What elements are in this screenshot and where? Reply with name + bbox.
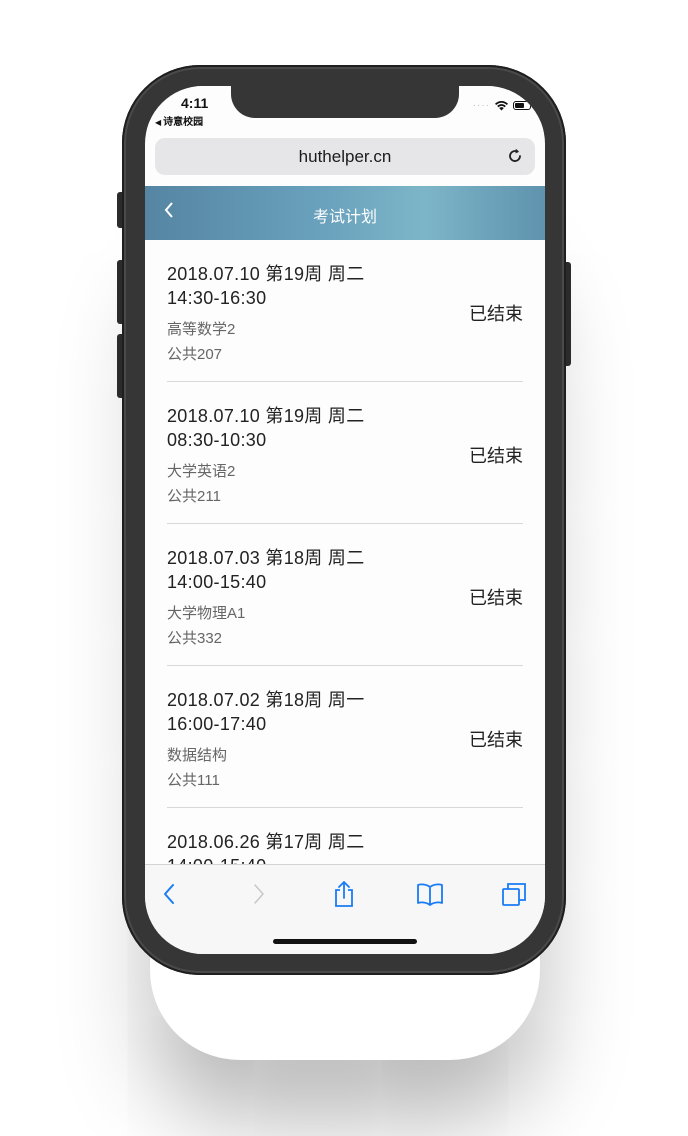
exam-time: 16:00-17:40 [167,714,267,734]
chevron-right-icon[interactable] [243,879,273,909]
exam-course: 大学物理A1 [167,605,246,622]
exam-date: 2018.07.10 第19周 周二 [167,264,365,284]
exam-status: 已结束 [469,730,523,750]
exam-date: 2018.07.10 第19周 周二 [167,406,365,426]
url-text: huthelper.cn [298,147,392,166]
exam-item[interactable]: 2018.07.02 第18周 周一 16:00-17:40 数据结构 公共11… [167,666,523,808]
exam-room: 公共332 [167,630,223,647]
wifi-icon [495,101,508,111]
status-indicators: ···· [472,100,534,111]
stage: 4:11 ◀ 诗意校园 ···· huthelper.cn 考试计划 2018.… [0,0,688,1136]
exam-course: 数据结构 [167,747,228,764]
exam-item[interactable]: 2018.07.10 第19周 周二 14:30-16:30 高等数学2 公共2… [167,240,523,382]
exam-status: 已结束 [469,304,523,324]
app-header: 考试计划 [145,186,545,240]
exam-course: 高等数学2 [167,321,236,338]
signal-icon: ···· [472,100,490,111]
book-icon[interactable] [415,879,445,909]
home-indicator [273,939,417,944]
back-to-app-link[interactable]: ◀ 诗意校园 [155,113,203,128]
exam-date: 2018.06.26 第17周 周二 [167,832,365,852]
exam-list: 2018.07.10 第19周 周二 14:30-16:30 高等数学2 公共2… [145,240,545,950]
exam-date: 2018.07.03 第18周 周二 [167,548,365,568]
exam-item[interactable]: 2018.07.03 第18周 周二 14:00-15:40 大学物理A1 公共… [167,524,523,666]
exam-status: 已结束 [469,446,523,466]
exam-time: 14:00-15:40 [167,572,267,592]
exam-room: 公共211 [167,488,221,505]
notch [231,86,459,118]
back-triangle-icon: ◀ [155,118,162,127]
chevron-left-icon[interactable] [155,879,185,909]
exam-room: 公共207 [167,346,223,363]
share-icon[interactable] [329,879,359,909]
browser-toolbar [145,864,545,954]
exam-time: 14:30-16:30 [167,288,267,308]
phone-screen: 4:11 ◀ 诗意校园 ···· huthelper.cn 考试计划 2018.… [145,86,545,954]
exam-course: 大学英语2 [167,463,236,480]
exam-room: 公共111 [167,772,220,789]
reload-icon[interactable] [505,146,525,166]
back-app-label: 诗意校园 [163,117,204,128]
page-title: 考试计划 [312,209,377,226]
tabs-icon[interactable] [499,879,529,909]
address-bar[interactable]: huthelper.cn [155,138,535,175]
battery-icon [513,101,534,110]
exam-item[interactable]: 2018.07.10 第19周 周二 08:30-10:30 大学英语2 公共2… [167,382,523,524]
exam-status: 已结束 [469,588,523,608]
exam-date: 2018.07.02 第18周 周一 [167,690,365,710]
status-time: 4:11 [181,95,209,111]
exam-time: 08:30-10:30 [167,430,267,450]
